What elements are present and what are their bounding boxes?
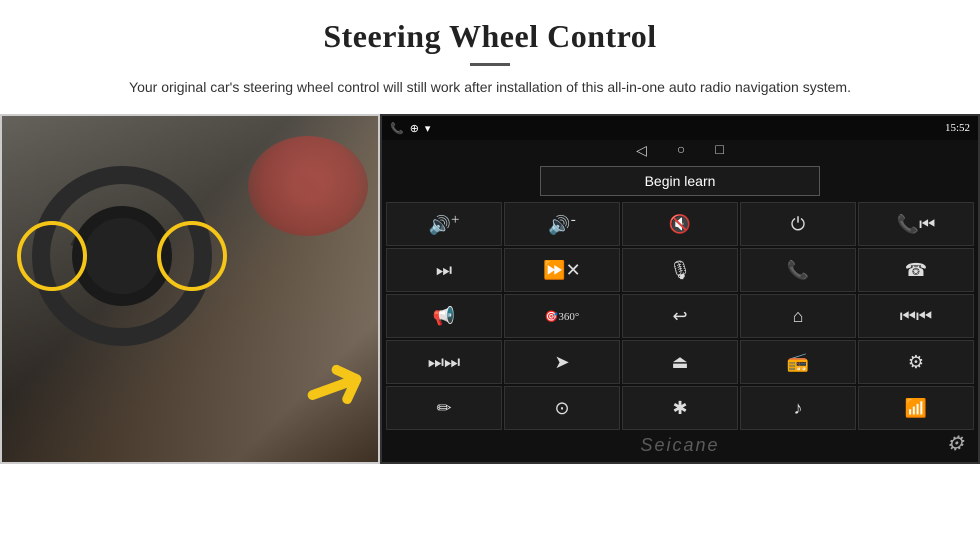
android-nav-bar: ◁ ○ □ [382, 140, 978, 162]
camera-360-btn[interactable]: 🎯360° [504, 294, 620, 338]
next-track-btn[interactable]: ⏭ [386, 248, 502, 292]
prev-track-icon: ⏮⏮ [900, 306, 932, 327]
icon-grid-container: Begin learn 🔊+ 🔊- 🔇 ⏻ [382, 162, 978, 462]
home-icon: ⌂ [793, 306, 804, 327]
watermark-row: Seicane ⚙ [386, 433, 974, 458]
nav-arrow-icon: ➤ [554, 352, 569, 373]
status-right: 15:52 [945, 122, 970, 134]
back-btn[interactable]: ↩ [622, 294, 738, 338]
music-icon: ♪ [794, 398, 803, 419]
icon-grid: 🔊+ 🔊- 🔇 ⏻ 📞⏮ ⏭ [386, 202, 974, 430]
highlight-circle-left [17, 221, 87, 291]
vol-down-icon: 🔊- [548, 212, 575, 236]
camera-360-icon: 🎯360° [545, 310, 580, 323]
call-icon: 📞 [787, 260, 809, 281]
status-icon-wifi: ▾ [425, 122, 431, 135]
android-screen: 📞 ⊕ ▾ 15:52 ◁ ○ □ Begin learn [380, 114, 980, 464]
mute-btn[interactable]: 🔇 [622, 202, 738, 246]
hang-up-icon: ☎ [905, 260, 927, 281]
subtitle-text: Your original car's steering wheel contr… [90, 76, 890, 98]
page-wrapper: Steering Wheel Control Your original car… [0, 0, 980, 548]
radio-icon: 📻 [787, 352, 809, 373]
eq-btn[interactable]: ⚙ [858, 340, 974, 384]
nav-btn-cell[interactable]: ➤ [504, 340, 620, 384]
speaker-btn[interactable]: 📢 [386, 294, 502, 338]
signal-icon: 📶 [905, 398, 927, 419]
mic-btn[interactable]: 🎙 [622, 248, 738, 292]
home-btn[interactable]: ⌂ [740, 294, 856, 338]
nav-back-btn[interactable]: ◁ [636, 143, 647, 160]
call-btn[interactable]: 📞 [740, 248, 856, 292]
vol-up-icon: 🔊+ [429, 212, 460, 236]
power-icon: ⏻ [791, 214, 805, 235]
title-divider [470, 63, 510, 66]
call-prev-btn[interactable]: 📞⏮ [858, 202, 974, 246]
gear-icon[interactable]: ⚙ [946, 431, 966, 456]
skip-fwd-icon: ⏭⏭ [428, 352, 460, 373]
status-bar: 📞 ⊕ ▾ 15:52 [382, 116, 978, 140]
page-title: Steering Wheel Control [60, 18, 920, 55]
call-prev-icon: 📞⏮ [897, 214, 936, 235]
fast-fwd-btn[interactable]: ⏩✕ [504, 248, 620, 292]
settings2-btn[interactable]: ⊙ [504, 386, 620, 430]
highlight-circle-right [157, 221, 227, 291]
prev-track-btn[interactable]: ⏮⏮ [858, 294, 974, 338]
bluetooth-btn[interactable]: ✱ [622, 386, 738, 430]
eq-icon: ⚙ [908, 352, 924, 373]
music-btn[interactable]: ♪ [740, 386, 856, 430]
hang-up-btn[interactable]: ☎ [858, 248, 974, 292]
eject-btn[interactable]: ⏏ [622, 340, 738, 384]
power-btn[interactable]: ⏻ [740, 202, 856, 246]
eject-icon: ⏏ [671, 352, 688, 373]
content-row: ➜ 📞 ⊕ ▾ 15:52 ◁ ○ □ [0, 114, 980, 548]
steering-wheel-photo: ➜ [0, 114, 380, 464]
signal-btn[interactable]: 📶 [858, 386, 974, 430]
watermark-text: Seicane [640, 435, 719, 455]
settings2-icon: ⊙ [554, 398, 569, 419]
speaker-icon: 📢 [433, 306, 455, 327]
mic-icon: 🎙 [669, 260, 692, 281]
fast-fwd-icon: ⏩✕ [543, 260, 581, 281]
vol-up-btn[interactable]: 🔊+ [386, 202, 502, 246]
status-icon-location: ⊕ [410, 122, 419, 135]
nav-recent-btn[interactable]: □ [715, 143, 723, 159]
bluetooth-icon: ✱ [672, 398, 687, 419]
vol-down-btn[interactable]: 🔊- [504, 202, 620, 246]
header-section: Steering Wheel Control Your original car… [0, 0, 980, 104]
status-icon-phone: 📞 [390, 122, 404, 135]
status-left: 📞 ⊕ ▾ [390, 122, 430, 135]
begin-learn-row: Begin learn [386, 166, 974, 196]
mute-icon: 🔇 [669, 214, 691, 235]
back-icon: ↩ [672, 306, 687, 327]
nav-home-btn[interactable]: ○ [677, 143, 685, 159]
begin-learn-button[interactable]: Begin learn [540, 166, 820, 196]
edit-icon: ✏ [436, 398, 451, 419]
radio-btn[interactable]: 📻 [740, 340, 856, 384]
skip-fwd-btn[interactable]: ⏭⏭ [386, 340, 502, 384]
next-track-icon: ⏭ [436, 260, 452, 281]
status-time: 15:52 [945, 122, 970, 134]
edit-btn[interactable]: ✏ [386, 386, 502, 430]
